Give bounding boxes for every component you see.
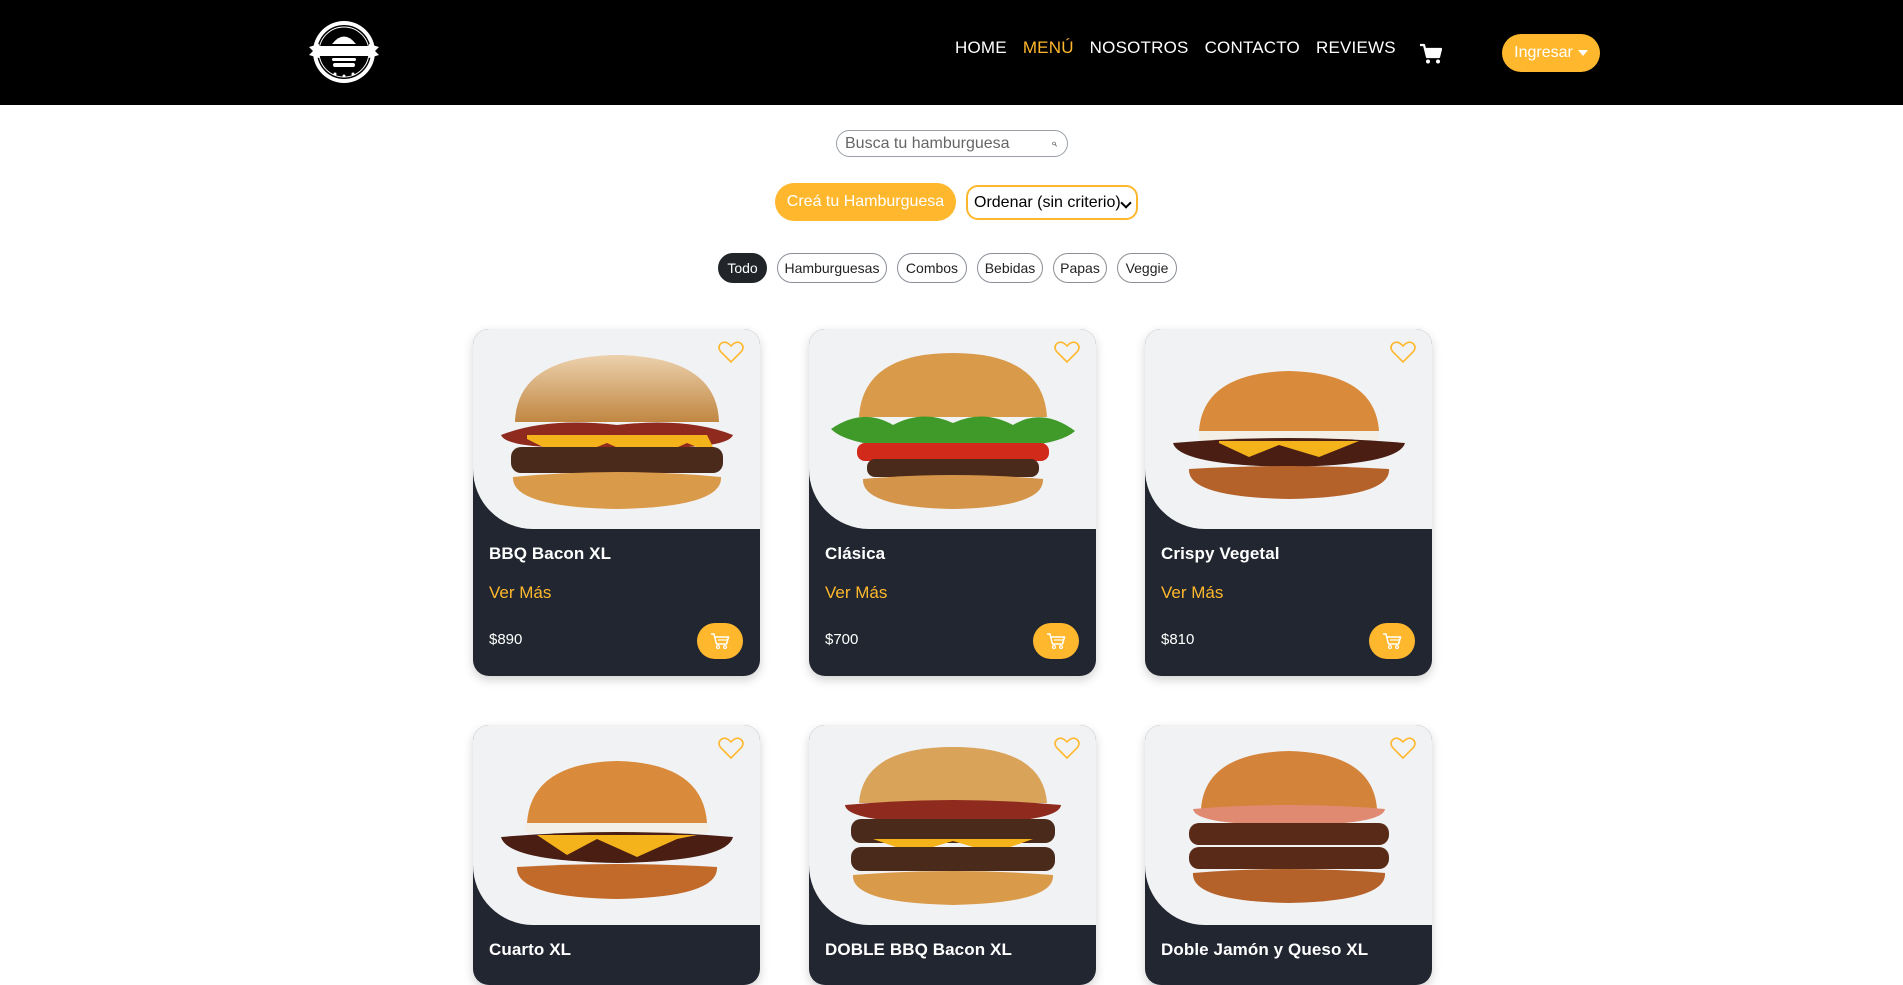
add-to-cart-button[interactable] <box>1369 623 1415 659</box>
product-name: Clásica <box>825 544 886 563</box>
product-card: Clásica Ver Más $700 <box>809 329 1096 676</box>
burger-image <box>1188 751 1389 903</box>
cart-icon <box>711 633 730 650</box>
filter-hamburguesas[interactable]: Hamburguesas <box>777 253 887 283</box>
favorite-heart-icon[interactable] <box>1390 736 1416 760</box>
product-name: Cuarto XL <box>489 940 572 959</box>
filter-combos[interactable]: Combos <box>897 253 967 283</box>
ver-mas-link[interactable]: Ver Más <box>1161 583 1223 603</box>
favorite-heart-icon[interactable] <box>718 340 744 364</box>
product-image[interactable] <box>1145 329 1432 529</box>
product-card: Doble Jamón y Queso XL <box>1145 725 1432 985</box>
top-navbar: HOME MENÚ NOSOTROS CONTACTO REVIEWS Ingr… <box>0 0 1903 105</box>
add-to-cart-button[interactable] <box>697 623 743 659</box>
ver-mas-link[interactable]: Ver Más <box>489 583 551 603</box>
product-image[interactable] <box>809 329 1096 529</box>
login-dropdown-button[interactable]: Ingresar <box>1502 34 1600 72</box>
category-filters: Todo Hamburguesas Combos Bebidas Papas V… <box>0 253 1903 283</box>
filter-bebidas[interactable]: Bebidas <box>977 253 1043 283</box>
chevron-down-icon <box>1120 197 1132 209</box>
product-name: Crispy Vegetal <box>1161 544 1280 563</box>
ver-mas-link[interactable]: Ver Más <box>825 583 887 603</box>
nav-nosotros[interactable]: NOSOTROS <box>1090 38 1189 58</box>
product-card: Cuarto XL <box>473 725 760 985</box>
nav-contacto[interactable]: CONTACTO <box>1205 38 1300 58</box>
favorite-heart-icon[interactable] <box>718 736 744 760</box>
cart-icon <box>1047 633 1066 650</box>
main-nav: HOME MENÚ NOSOTROS CONTACTO REVIEWS <box>955 38 1412 58</box>
favorite-heart-icon[interactable] <box>1054 340 1080 364</box>
product-image[interactable] <box>473 725 760 925</box>
add-to-cart-button[interactable] <box>1033 623 1079 659</box>
product-price: $890 <box>489 631 523 648</box>
search-icon[interactable] <box>1052 137 1057 151</box>
burger-image <box>844 747 1061 905</box>
henrys-logo[interactable] <box>305 17 383 87</box>
burger-image <box>500 761 733 899</box>
filter-papas[interactable]: Papas <box>1053 253 1107 283</box>
filter-todo[interactable]: Todo <box>718 253 767 283</box>
sort-selected-value: Ordenar (sin criterio) <box>974 193 1121 211</box>
product-name: DOBLE BBQ Bacon XL <box>825 940 1012 959</box>
product-image[interactable] <box>1145 725 1432 925</box>
nav-menu[interactable]: MENÚ <box>1023 38 1074 58</box>
cart-icon <box>1383 633 1402 650</box>
product-card: BBQ Bacon XL Ver Más $890 <box>473 329 760 676</box>
product-name: Doble Jamón y Queso XL <box>1161 940 1369 959</box>
product-card: Crispy Vegetal Ver Más $810 <box>1145 329 1432 676</box>
favorite-heart-icon[interactable] <box>1054 736 1080 760</box>
create-burger-button[interactable]: Creá tu Hamburguesa <box>775 183 956 221</box>
nav-home[interactable]: HOME <box>955 38 1007 58</box>
search-box <box>836 130 1068 157</box>
burger-image <box>1172 371 1405 499</box>
product-price: $810 <box>1161 631 1195 648</box>
favorite-heart-icon[interactable] <box>1390 340 1416 364</box>
product-image[interactable] <box>809 725 1096 925</box>
burger-image <box>830 353 1075 509</box>
caret-down-icon <box>1577 50 1588 56</box>
product-name: BBQ Bacon XL <box>489 544 612 563</box>
product-image[interactable] <box>473 329 760 529</box>
burger-image <box>500 355 733 509</box>
product-price: $700 <box>825 631 859 648</box>
search-input[interactable] <box>845 134 1052 153</box>
cart-icon[interactable] <box>1419 43 1443 65</box>
filter-veggie[interactable]: Veggie <box>1117 253 1177 283</box>
login-label: Ingresar <box>1514 44 1573 61</box>
product-card: DOBLE BBQ Bacon XL <box>809 725 1096 985</box>
sort-select[interactable]: Ordenar (sin criterio) <box>966 185 1138 220</box>
nav-reviews[interactable]: REVIEWS <box>1316 38 1396 58</box>
